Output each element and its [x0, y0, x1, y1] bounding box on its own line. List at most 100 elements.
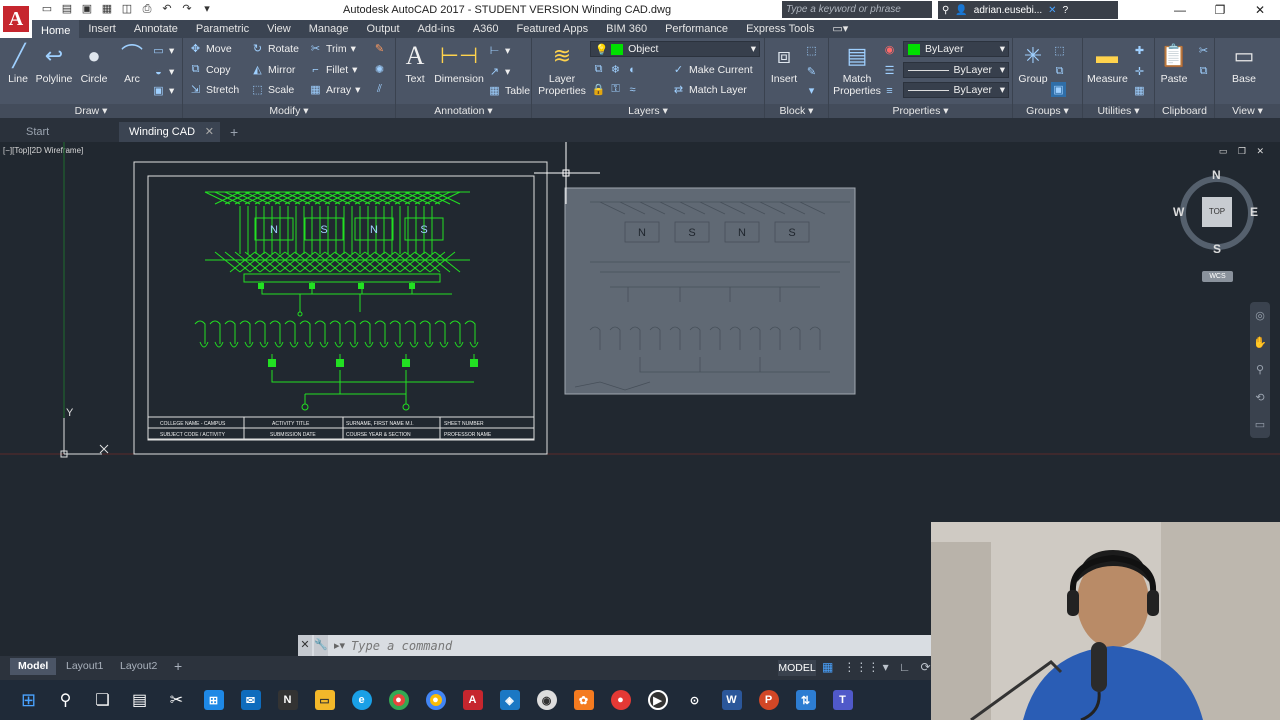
block-panel-label[interactable]: Block ▾	[765, 104, 828, 118]
clipboard-panel-label[interactable]: Clipboard	[1155, 104, 1214, 118]
store-icon[interactable]: ⊞	[195, 680, 232, 720]
tab-bim360[interactable]: BIM 360	[597, 20, 656, 38]
task-view-icon[interactable]: ❏	[84, 680, 121, 720]
command-recent-icon[interactable]: ▸▾	[334, 639, 345, 652]
create-block-button[interactable]: ⬚	[805, 44, 818, 57]
make-current-button[interactable]: ✓ Make Current	[672, 63, 753, 77]
add-layout-icon[interactable]: +	[166, 658, 190, 675]
application-menu-button[interactable]: A	[0, 0, 32, 38]
tab-manage[interactable]: Manage	[300, 20, 358, 38]
hatch-button[interactable]: ◒ ▾	[152, 65, 174, 78]
draw-more-button[interactable]: ▣ ▾	[152, 84, 174, 98]
media-player-icon[interactable]: ▶	[639, 680, 676, 720]
utilities-panel-label[interactable]: Utilities ▾	[1083, 104, 1154, 118]
move-button[interactable]: ✥ Move	[189, 42, 232, 56]
ortho-icon[interactable]: ∟	[899, 660, 911, 674]
open-icon[interactable]: ▤	[60, 2, 74, 16]
properties-panel-label[interactable]: Properties ▾	[829, 104, 1012, 118]
ribbon-options-icon[interactable]: ▭▾	[823, 20, 857, 38]
modify-panel-label[interactable]: Modify ▾	[183, 104, 395, 118]
tab-home[interactable]: Home	[32, 20, 80, 38]
color-dropdown[interactable]: ByLayer ▾	[903, 41, 1009, 57]
layout-tab-layout2[interactable]: Layout2	[112, 658, 165, 675]
vpn-icon[interactable]: ⇅	[787, 680, 824, 720]
compass-west[interactable]: W	[1173, 205, 1184, 219]
chrome-profile-icon[interactable]: ●	[417, 680, 454, 720]
print-icon[interactable]: ⎙	[140, 2, 154, 16]
draw-panel-label[interactable]: Draw ▾	[0, 104, 182, 118]
tab-start[interactable]: Start	[16, 122, 116, 142]
group-button[interactable]: ✳ Group	[1017, 41, 1049, 86]
tab-annotate[interactable]: Annotate	[125, 20, 187, 38]
tab-a360[interactable]: A360	[464, 20, 508, 38]
close-icon[interactable]: ✕	[1240, 0, 1280, 20]
stretch-button[interactable]: ⇲ Stretch	[189, 83, 239, 97]
match-layer-button[interactable]: ⇄ Match Layer	[672, 83, 747, 97]
layout-tab-model[interactable]: Model	[10, 658, 57, 675]
reference-image[interactable]	[564, 187, 856, 395]
save-as-icon[interactable]: ▦	[100, 2, 114, 16]
user-menu[interactable]: ⚲ 👤 adrian.eusebi... ✕ ?	[938, 1, 1118, 19]
leader-button[interactable]: ⊢ ▾	[488, 44, 511, 58]
table-button[interactable]: ▦ Table	[488, 84, 530, 98]
notion-icon[interactable]: N	[269, 680, 306, 720]
tab-view[interactable]: View	[258, 20, 300, 38]
pan-icon[interactable]: ✋	[1253, 336, 1267, 349]
ungroup-button[interactable]: ⬚	[1053, 44, 1066, 57]
calculator-button[interactable]: ▦	[1133, 84, 1146, 97]
command-close-icon[interactable]: ✕	[298, 635, 312, 656]
help-icon[interactable]: ?	[1063, 5, 1069, 16]
view-panel-label[interactable]: View ▾	[1215, 104, 1280, 118]
layout-tab-layout1[interactable]: Layout1	[58, 658, 111, 675]
offset-button[interactable]: ⫽	[373, 83, 386, 96]
tab-winding-cad[interactable]: Winding CAD ✕	[119, 122, 220, 142]
tab-express-tools[interactable]: Express Tools	[737, 20, 823, 38]
tab-parametric[interactable]: Parametric	[187, 20, 258, 38]
autocad-taskbar-icon[interactable]: A	[454, 680, 491, 720]
wcs-menu[interactable]: WCS	[1202, 271, 1233, 282]
github-icon[interactable]: ⊙	[676, 680, 713, 720]
viewcube-top-face[interactable]: TOP	[1202, 197, 1232, 227]
point-style-button[interactable]: ✛	[1133, 65, 1146, 78]
copy-button[interactable]: ⧉ Copy	[189, 63, 231, 76]
orbit-icon[interactable]: ⟲	[1255, 391, 1264, 404]
line-button[interactable]: ╱ Line	[4, 41, 32, 86]
fillet-button[interactable]: ⌐ Fillet ▾	[309, 63, 357, 76]
showmotion-icon[interactable]: ▭	[1255, 418, 1265, 431]
arc-button[interactable]: ⌒ Arc	[116, 41, 148, 86]
erase-button[interactable]: ✎	[373, 42, 386, 55]
multileader-button[interactable]: ↗ ▾	[488, 65, 510, 79]
measure-button[interactable]: ▬ Measure	[1087, 41, 1128, 86]
redo-icon[interactable]: ↷	[180, 2, 194, 16]
file-explorer-icon[interactable]: ▭	[306, 680, 343, 720]
match-properties-button[interactable]: ▤ Match Properties	[831, 41, 883, 98]
rectangle-button[interactable]: ▭ ▾	[152, 44, 174, 58]
command-input[interactable]: Type a command	[351, 639, 452, 653]
tab-insert[interactable]: Insert	[79, 20, 125, 38]
trim-button[interactable]: ✂ Trim ▾	[309, 42, 356, 56]
block-attributes-button[interactable]: ▾	[805, 84, 818, 97]
sketchup-icon[interactable]: ◈	[491, 680, 528, 720]
steam-icon[interactable]: ◉	[528, 680, 565, 720]
tab-addins[interactable]: Add-ins	[409, 20, 464, 38]
viewcube[interactable]: TOP N S W E	[1173, 168, 1258, 256]
undo-icon[interactable]: ↶	[160, 2, 174, 16]
model-space-button[interactable]: MODEL	[778, 660, 816, 676]
layer-tools-row1[interactable]: ⧉ ❄ ◐	[592, 63, 639, 76]
edit-block-button[interactable]: ✎	[805, 65, 818, 78]
mirror-button[interactable]: ◭ Mirror	[251, 63, 295, 77]
search-taskbar-icon[interactable]: ⚲	[47, 680, 84, 720]
copy-clip-button[interactable]: ⧉	[1197, 65, 1210, 78]
layer-properties-button[interactable]: ≋ Layer Properties	[536, 41, 588, 98]
zoom-extents-icon[interactable]: ⚲	[1256, 363, 1264, 376]
command-customize-icon[interactable]: 🔧	[314, 635, 328, 656]
snip-icon[interactable]: ✂	[158, 680, 195, 720]
cut-button[interactable]: ✂	[1197, 44, 1210, 57]
rotate-button[interactable]: ↻ Rotate	[251, 42, 299, 56]
chrome-icon[interactable]: ●	[380, 680, 417, 720]
layers-panel-label[interactable]: Layers ▾	[532, 104, 764, 118]
compass-east[interactable]: E	[1250, 205, 1258, 219]
steering-wheel-icon[interactable]: ◎	[1255, 309, 1265, 322]
fl-studio-icon[interactable]: ✿	[565, 680, 602, 720]
screen-recorder-icon[interactable]: ●	[602, 680, 639, 720]
